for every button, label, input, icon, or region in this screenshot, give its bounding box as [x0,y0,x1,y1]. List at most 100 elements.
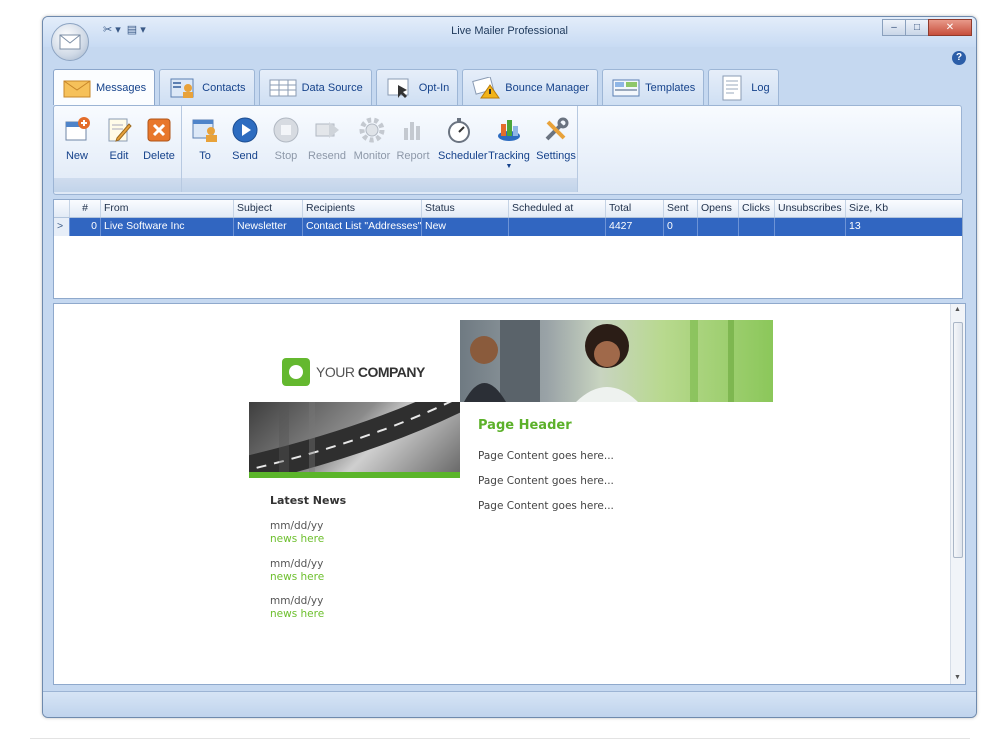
help-icon[interactable]: ? [952,51,966,65]
tab-log[interactable]: Log [708,69,779,105]
column-header-recipients[interactable]: Recipients [303,200,422,217]
news-link[interactable]: news here [270,571,324,584]
vertical-scrollbar[interactable]: ▲ ▼ [950,304,965,684]
minimize-button[interactable]: – [882,19,906,36]
delete-button-label: Delete [143,150,175,162]
tab-bounce-manager[interactable]: Bounce Manager [462,69,599,105]
send-button-label: Send [232,150,258,162]
cell-clicks [739,218,775,236]
settings-button[interactable]: Settings [535,116,577,162]
edit-button-label: Edit [109,150,129,162]
template-icon [611,75,641,101]
company-name: YOUR COMPANY [316,364,425,380]
scroll-down-icon[interactable]: ▼ [954,674,961,681]
app-window: ✂ ▾ ▤ ▾ Live Mailer Professional – □ ✕ ?… [42,16,977,718]
cell-subject: Newsletter [234,218,303,236]
play-icon [231,116,259,144]
news-item: mm/dd/yy news here [270,595,324,621]
ribbon-tabs: Messages Contacts Data Source Opt-In Bou… [53,69,783,105]
news-link[interactable]: news here [270,608,324,621]
news-date: mm/dd/yy [270,595,324,607]
tab-opt-in[interactable]: Opt-In [375,69,459,105]
gear-icon [358,116,386,144]
ribbon: New Edit Delete To Send Stop Resend Moni… [53,105,962,195]
cell-size: 13 [849,220,861,232]
stop-button[interactable]: Stop [265,116,307,162]
tracking-icon [495,116,523,144]
column-header-scheduled-at[interactable]: Scheduled at [509,200,606,217]
message-preview[interactable]: YOUR COMPANY Latest News mm/dd/yy news h… [53,303,966,685]
tab-data-source[interactable]: Data Source [258,69,372,105]
latest-news-title: Latest News [270,494,347,507]
send-button[interactable]: Send [224,116,266,162]
tab-templates[interactable]: Templates [602,69,705,105]
report-button-label: Report [396,150,430,162]
new-message-icon [63,116,91,144]
tools-icon [542,116,570,144]
cell-scheduled-at [509,218,606,236]
cell-total: 4427 [606,218,664,236]
news-link[interactable]: news here [270,533,324,546]
column-header-subject[interactable]: Subject [234,200,303,217]
cell-sent: 0 [664,218,698,236]
new-button-label: New [65,150,88,162]
tracking-button[interactable]: Tracking ▼ [488,116,530,170]
cell-status: New [422,218,509,236]
cursor-icon [385,75,415,101]
close-button[interactable]: ✕ [928,19,972,36]
application-menu-orb[interactable] [51,23,89,61]
resend-button-label: Resend [308,150,346,162]
scroll-up-icon[interactable]: ▲ [954,306,961,313]
scrollbar-thumb[interactable] [953,322,963,558]
status-bar [43,691,976,717]
tab-contacts[interactable]: Contacts [159,69,255,105]
resend-button[interactable]: Resend [306,116,348,162]
column-header-sent[interactable]: Sent [664,200,698,217]
to-button[interactable]: To [184,116,226,162]
dropdown-arrow-icon: ▼ [505,163,513,170]
warning-icon [471,75,501,101]
column-header-status[interactable]: Status [422,200,509,217]
cell-unsubscribes [775,218,846,236]
delete-button[interactable]: Delete [138,116,180,162]
table-icon [268,75,298,101]
column-header-clicks[interactable]: Clicks [739,200,775,217]
tab-label: Templates [645,81,696,94]
edit-icon [105,116,133,144]
tab-label: Contacts [202,81,246,94]
cell-recipients: Contact List "Addresses" [303,218,422,236]
edit-button[interactable]: Edit [98,116,140,162]
column-header-size[interactable]: Size, Kb [846,200,962,217]
maximize-button[interactable]: □ [905,19,929,36]
recipients-icon [191,116,219,144]
report-icon [399,116,427,144]
ribbon-group-footer [182,178,577,192]
column-header-unsubscribes[interactable]: Unsubscribes [775,200,846,217]
tab-label: Opt-In [418,81,450,94]
ribbon-group-footer [54,178,181,192]
row-indicator-header [54,200,70,217]
page-header: Page Header [478,418,572,433]
new-button[interactable]: New [56,116,98,162]
scheduler-button[interactable]: Scheduler [438,116,488,162]
title-bar: ✂ ▾ ▤ ▾ Live Mailer Professional – □ ✕ [43,17,976,47]
cell-from: Live Software Inc [101,218,234,236]
column-header-opens[interactable]: Opens [698,200,739,217]
monitor-button[interactable]: Monitor [351,116,393,162]
column-header-total[interactable]: Total [606,200,664,217]
header-photo [460,320,773,402]
cell-number: 0 [70,218,101,236]
news-date: mm/dd/yy [270,520,324,532]
table-row[interactable]: > 0 Live Software Inc Newsletter Contact… [54,218,962,236]
envelope-icon [62,75,92,101]
report-button[interactable]: Report [392,116,434,162]
tab-messages[interactable]: Messages [53,69,156,105]
page-content-line: Page Content goes here... [478,450,614,462]
log-icon [717,75,747,101]
column-header-from[interactable]: From [101,200,234,217]
scheduler-button-label: Scheduler [438,150,488,162]
column-header-number[interactable]: # [70,200,101,217]
stop-icon [272,116,300,144]
green-divider [249,472,460,478]
news-item: mm/dd/yy news here [270,520,324,546]
